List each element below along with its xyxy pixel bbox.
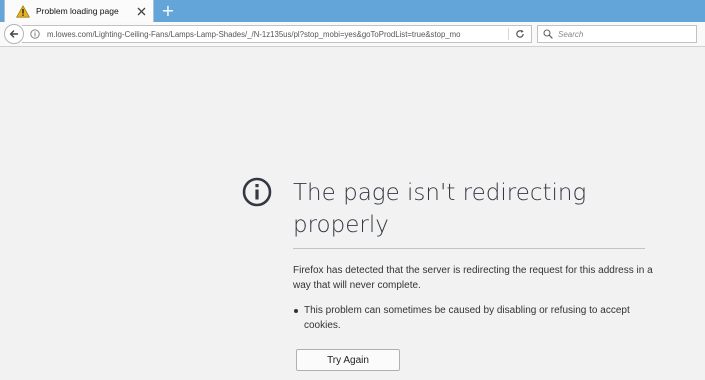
url-divider — [508, 28, 509, 40]
error-suggestions: This problem can sometimes be caused by … — [293, 304, 653, 333]
suggestion-text: This problem can sometimes be caused by … — [304, 305, 630, 331]
search-input[interactable] — [558, 29, 688, 39]
list-item: This problem can sometimes be caused by … — [293, 304, 653, 333]
error-title: The page isn't redirecting properly — [293, 180, 587, 238]
back-button[interactable] — [4, 24, 24, 44]
back-arrow-icon — [9, 30, 19, 38]
error-page: The page isn't redirecting properly Fire… — [0, 47, 705, 380]
navigation-bar: m.lowes.com/Lighting-Ceiling-Fans/Lamps-… — [0, 22, 705, 47]
search-bar[interactable] — [537, 25, 697, 43]
info-icon[interactable] — [30, 29, 40, 39]
warning-icon — [15, 3, 31, 19]
new-tab-button[interactable]: + — [159, 1, 177, 21]
tab-strip: Problem loading page + — [0, 0, 705, 22]
browser-window: Problem loading page + m.lowes.com/Light… — [0, 0, 705, 380]
tab-title: Problem loading page — [36, 6, 119, 16]
info-icon — [242, 177, 272, 207]
tab-problem-loading[interactable]: Problem loading page — [4, 0, 154, 22]
url-bar[interactable]: m.lowes.com/Lighting-Ceiling-Fans/Lamps-… — [22, 25, 532, 43]
url-text[interactable]: m.lowes.com/Lighting-Ceiling-Fans/Lamps-… — [47, 30, 492, 39]
try-again-button[interactable]: Try Again — [296, 349, 400, 371]
bullet-icon — [294, 309, 298, 313]
close-icon[interactable] — [135, 5, 147, 17]
title-divider — [293, 248, 645, 249]
search-icon — [543, 29, 553, 39]
reload-icon[interactable] — [514, 28, 526, 40]
error-description: Firefox has detected that the server is … — [293, 265, 653, 291]
